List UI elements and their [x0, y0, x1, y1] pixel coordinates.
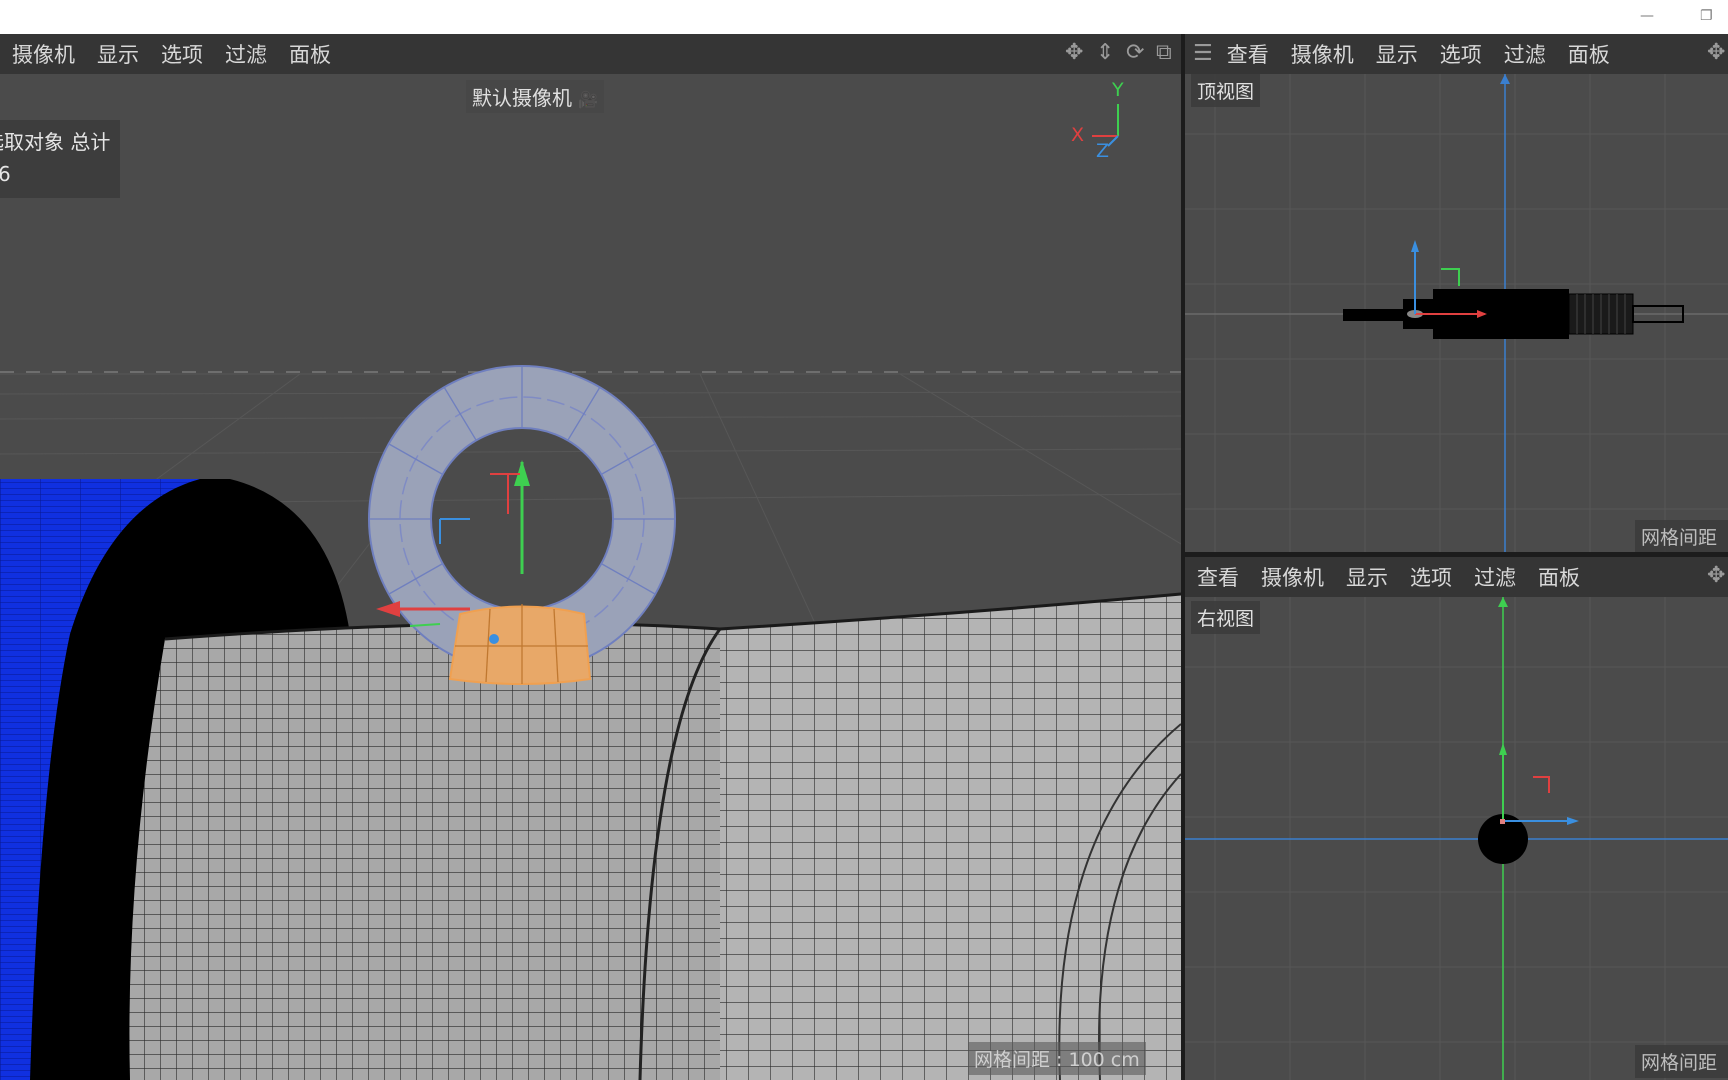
hud-value: 6 [0, 162, 11, 186]
menu-camera[interactable]: 摄像机 [12, 39, 75, 69]
top-menu-panel[interactable]: 面板 [1568, 39, 1610, 69]
axis-y-label: Y [1112, 79, 1124, 101]
top-menu-filter[interactable]: 过滤 [1504, 39, 1546, 69]
right-view-menubar: 查看 摄像机 显示 选项 过滤 面板 [1185, 557, 1728, 597]
axis-z-label: Z [1096, 140, 1110, 162]
hud-header: 选取对象 总计 [0, 130, 111, 154]
perspective-grid-spacing: 网格间距 : 100 cm [968, 1042, 1146, 1075]
menu-options[interactable]: 选项 [161, 39, 203, 69]
maximize-view-icon[interactable]: ⧉ [1156, 42, 1172, 64]
top-menu-view[interactable]: 查看 [1227, 39, 1269, 69]
rotate-view-icon[interactable]: ⟳ [1126, 42, 1144, 64]
right-viewport[interactable]: 右视图 网格间距 [1185, 597, 1728, 1080]
perspective-menubar: 摄像机 显示 选项 过滤 面板 [0, 34, 1181, 74]
zoom-view-icon[interactable]: ⇕ [1096, 42, 1114, 64]
top-menu-camera[interactable]: 摄像机 [1291, 39, 1354, 69]
top-grid-spacing: 网格间距 [1635, 520, 1728, 552]
perspective-scene [0, 104, 1181, 1080]
top-menu-display[interactable]: 显示 [1376, 39, 1418, 69]
menu-panel[interactable]: 面板 [289, 39, 331, 69]
camera-label[interactable]: 默认摄像机 🎥 [466, 80, 605, 113]
right-scene [1185, 597, 1728, 1080]
right-menu-display[interactable]: 显示 [1346, 562, 1388, 592]
right-grid-spacing: 网格间距 [1635, 1045, 1728, 1078]
perspective-viewport[interactable]: Y X Z 默认摄像机 🎥 选取对象 总计 6 网格间距 : 100 cm [0, 74, 1181, 1080]
top-viewport[interactable]: 顶视图 网格间距 [1185, 74, 1728, 552]
move-view-icon[interactable]: ✥ [1065, 42, 1083, 64]
top-move-view-icon[interactable]: ✥ [1707, 42, 1725, 64]
selection-hud: 选取对象 总计 6 [0, 120, 120, 198]
right-move-view-icon[interactable]: ✥ [1707, 565, 1725, 587]
menu-filter[interactable]: 过滤 [225, 39, 267, 69]
right-view-name: 右视图 [1191, 601, 1261, 634]
right-menu-view[interactable]: 查看 [1197, 562, 1239, 592]
camera-icon: 🎥 [578, 90, 599, 109]
hamburger-menu-icon[interactable]: ☰ [1193, 43, 1213, 65]
menu-display[interactable]: 显示 [97, 39, 139, 69]
top-menu-options[interactable]: 选项 [1440, 39, 1482, 69]
window-titlebar: — ❐ [0, 0, 1728, 34]
top-scene [1185, 74, 1728, 552]
camera-label-text: 默认摄像机 [472, 86, 572, 110]
minimize-button[interactable]: — [1640, 8, 1654, 24]
axis-x-label: X [1071, 124, 1085, 146]
right-menu-options[interactable]: 选项 [1410, 562, 1452, 592]
restore-button[interactable]: ❐ [1700, 8, 1713, 24]
top-view-name: 顶视图 [1191, 74, 1261, 107]
right-menu-camera[interactable]: 摄像机 [1261, 562, 1324, 592]
top-view-menubar: ☰ 查看 摄像机 显示 选项 过滤 面板 [1185, 34, 1728, 74]
right-menu-panel[interactable]: 面板 [1538, 562, 1580, 592]
right-menu-filter[interactable]: 过滤 [1474, 562, 1516, 592]
